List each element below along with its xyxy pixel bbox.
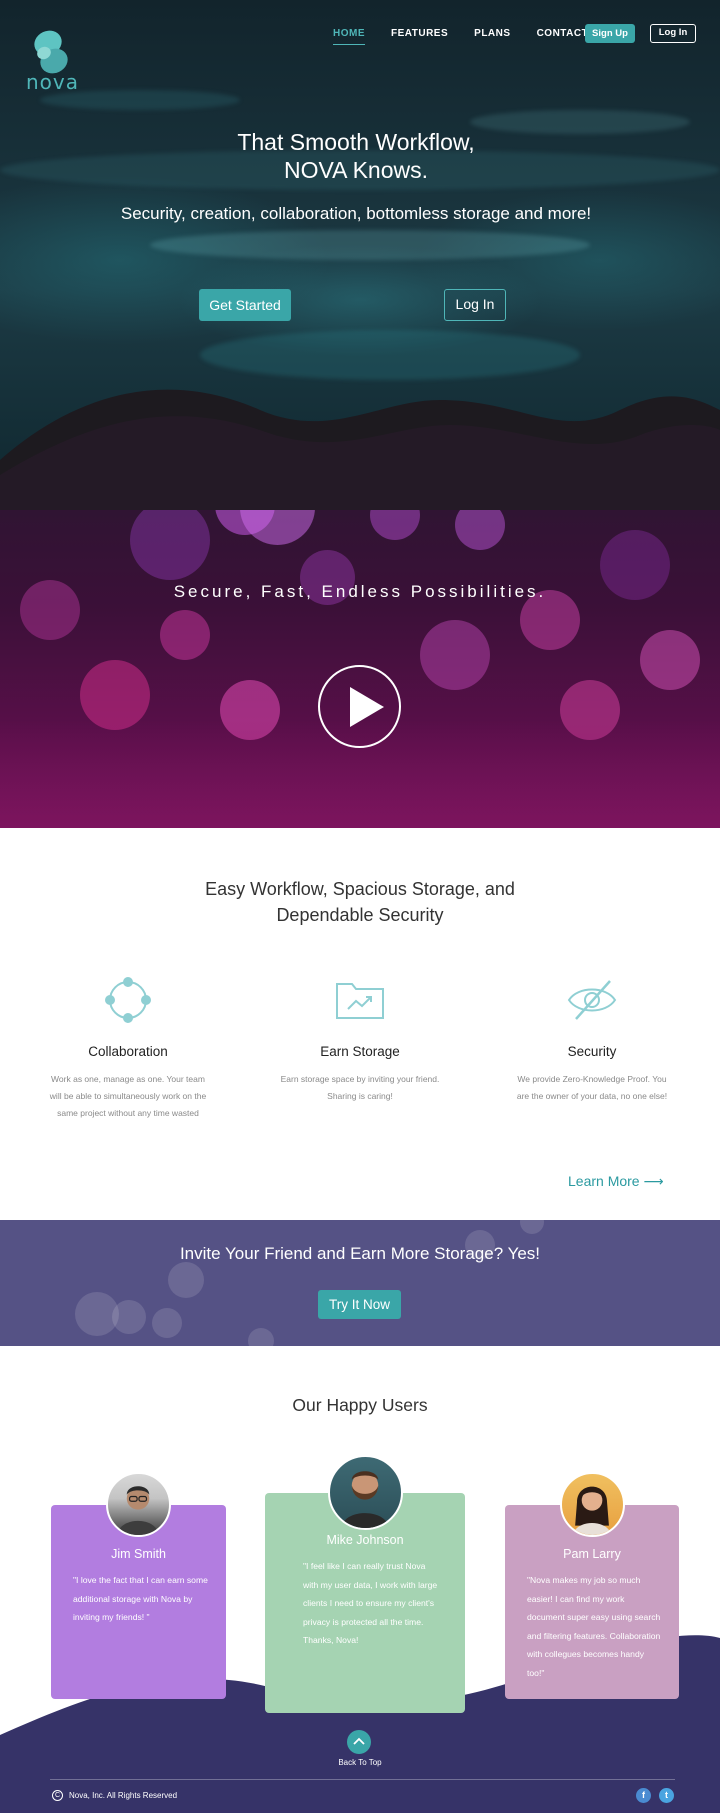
features-title-line2: Dependable Security <box>276 905 444 925</box>
bokeh-light <box>160 610 210 660</box>
testimonial-quote: "Nova makes my job so much easier! I can… <box>527 1575 661 1678</box>
nav-contact[interactable]: CONTACT <box>537 28 589 45</box>
avatar-jim-portrait <box>117 1486 159 1535</box>
try-it-now-button[interactable]: Try It Now <box>318 1290 401 1319</box>
testimonial-name: Mike Johnson <box>326 1533 404 1547</box>
avatar-mike-portrait <box>341 1471 389 1528</box>
feature-title: Earn Storage <box>320 1044 400 1059</box>
collaboration-icon <box>105 977 151 1023</box>
invite-title: Invite Your Friend and Earn More Storage… <box>179 1244 541 1263</box>
folder-chart-icon <box>336 983 384 1019</box>
bokeh-decoration <box>248 1328 274 1346</box>
eye-slash-icon <box>567 980 617 1020</box>
bokeh-light <box>640 630 700 690</box>
bokeh-decoration <box>520 1220 544 1234</box>
copyright-text: Nova, Inc. All Rights Reserved <box>69 1791 178 1800</box>
footer-divider <box>50 1779 675 1780</box>
hero-title-line2: NOVA Knows. <box>283 157 429 183</box>
avatar-pam-portrait <box>573 1486 611 1535</box>
video-background <box>0 460 720 828</box>
features-title: Easy Workflow, Spacious Storage, and Dep… <box>0 876 720 928</box>
feature-title: Security <box>567 1044 617 1059</box>
feature-security: Security We provide Zero-Knowledge Proof… <box>512 974 672 1105</box>
back-to-top-label[interactable]: Back To Top <box>0 1758 720 1767</box>
users-title: Our Happy Users <box>292 1395 428 1415</box>
feature-earn-storage: Earn Storage Earn storage space by invit… <box>280 974 440 1105</box>
hero-title-line1: That Smooth Workflow, <box>237 129 475 155</box>
nav-home[interactable]: HOME <box>333 28 365 45</box>
facebook-icon[interactable]: f <box>636 1788 651 1803</box>
bokeh-decoration <box>168 1262 204 1298</box>
main-nav: HOME FEATURES PLANS CONTACT <box>333 28 614 45</box>
nav-plans[interactable]: PLANS <box>474 28 510 45</box>
avatar-jim <box>106 1472 171 1537</box>
bokeh-light <box>130 500 210 580</box>
hero-light-streak <box>150 230 590 260</box>
testimonial-name: Jim Smith <box>111 1547 166 1561</box>
bokeh-light <box>420 620 490 690</box>
bokeh-decoration <box>152 1308 182 1338</box>
feature-text: We provide Zero-Knowledge Proof. You are… <box>516 1074 668 1101</box>
play-icon <box>350 687 384 727</box>
hero-subtitle: Security, creation, collaboration, botto… <box>120 204 592 223</box>
invite-banner: Invite Your Friend and Earn More Storage… <box>0 1220 720 1346</box>
hero-login-button[interactable]: Log In <box>444 289 506 321</box>
learn-more-link[interactable]: Learn More ⟶ <box>568 1173 664 1190</box>
chevron-up-icon <box>353 1737 365 1745</box>
copyright-icon: C <box>52 1790 63 1801</box>
avatar-mike <box>328 1455 403 1530</box>
login-button[interactable]: Log In <box>650 24 696 43</box>
back-to-top-button[interactable] <box>347 1730 371 1754</box>
feature-collaboration: Collaboration Work as one, manage as one… <box>48 974 208 1122</box>
features-title-line1: Easy Workflow, Spacious Storage, and <box>205 879 515 899</box>
bokeh-decoration <box>112 1300 146 1334</box>
twitter-icon[interactable]: t <box>659 1788 674 1803</box>
feature-text: Work as one, manage as one. Your team wi… <box>49 1074 207 1118</box>
testimonial-quote: "I love the fact that I can earn some ad… <box>73 1575 208 1622</box>
feature-title: Collaboration <box>88 1044 168 1059</box>
get-started-button[interactable]: Get Started <box>199 289 291 321</box>
feature-text: Earn storage space by inviting your frie… <box>280 1074 440 1101</box>
nav-features[interactable]: FEATURES <box>391 28 448 45</box>
hero-wave-divider <box>0 389 720 510</box>
play-video-button[interactable] <box>318 665 401 748</box>
hero-light-streak <box>200 330 580 380</box>
hero-title: That Smooth Workflow, NOVA Knows. <box>0 128 712 184</box>
avatar-pam <box>560 1472 625 1537</box>
testimonial-quote: "I feel like I can really trust Nova wit… <box>303 1561 438 1645</box>
logo-wordmark[interactable]: nova <box>26 70 79 94</box>
signup-button[interactable]: Sign Up <box>585 24 635 43</box>
video-tagline: Secure, Fast, Endless Possibilities. <box>173 582 547 601</box>
testimonial-name: Pam Larry <box>563 1547 621 1561</box>
